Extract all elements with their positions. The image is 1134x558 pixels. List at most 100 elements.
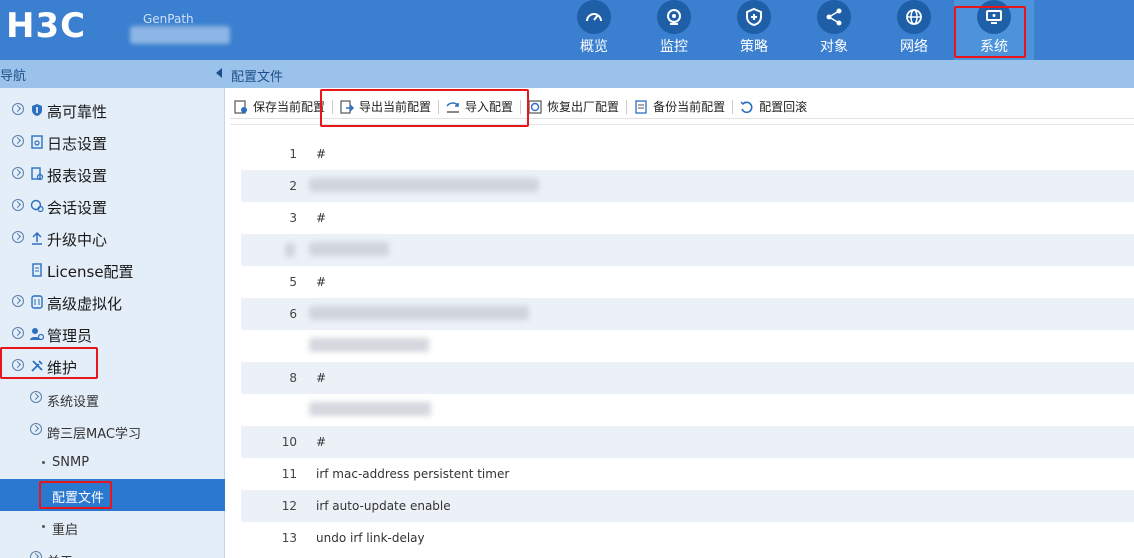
- gauge-icon: [577, 0, 611, 34]
- line-number: 5: [289, 275, 297, 289]
- sidebar-item-license[interactable]: License配置: [0, 255, 225, 287]
- line-number: 3: [289, 211, 297, 225]
- page-title: 配置文件: [231, 70, 284, 85]
- export-config-button[interactable]: 导出当前配置: [336, 96, 435, 118]
- nav-monitor[interactable]: 监控: [634, 0, 714, 60]
- sidebar-item-session[interactable]: 会话设置: [0, 191, 225, 223]
- line-text: #: [316, 275, 327, 289]
- license-icon: [32, 263, 42, 277]
- nav-label: 对象: [820, 39, 848, 55]
- sidebar-subitem-label: 关于: [47, 551, 73, 558]
- chevron-icon: [12, 199, 24, 211]
- line-number: 10: [281, 435, 297, 449]
- restore-factory-button[interactable]: 恢复出厂配置: [524, 96, 623, 118]
- top-header: H3C GenPath 概览 监控 策略 对象 网络 系统: [0, 0, 1134, 60]
- monitor-eye-icon: [657, 0, 691, 34]
- admin-icon: [30, 328, 44, 341]
- chevron-icon: [12, 295, 24, 307]
- save-config-button[interactable]: 保存当前配置: [230, 96, 329, 118]
- sidebar-item-report[interactable]: 报表设置: [0, 159, 225, 191]
- backup-config-button[interactable]: 备份当前配置: [630, 96, 729, 118]
- sidebar-leaf-snmp[interactable]: SNMP: [0, 447, 225, 479]
- config-line: 12 irf auto-update enable: [241, 490, 1134, 522]
- sidebar-item-log[interactable]: 日志设置: [0, 127, 225, 159]
- sidebar-item-maintenance[interactable]: 维护: [0, 351, 225, 383]
- nav-network[interactable]: 网络: [874, 0, 954, 60]
- sidebar-subitem-system-settings[interactable]: 系统设置: [0, 383, 225, 415]
- bullet-icon: [42, 461, 45, 464]
- bullet-icon: [42, 525, 45, 528]
- line-number: 6: [289, 307, 297, 321]
- rollback-config-button[interactable]: 配置回滚: [736, 96, 811, 118]
- collapse-sidebar-icon[interactable]: [216, 68, 222, 78]
- sidebar-item-ha[interactable]: 高可靠性: [0, 95, 225, 127]
- chevron-icon: [30, 551, 42, 558]
- config-line: 1 #: [241, 138, 1134, 170]
- blurred-device-info: [130, 26, 230, 44]
- button-label: 导入配置: [465, 100, 514, 114]
- sidebar-subitem-label: 跨三层MAC学习: [47, 427, 141, 442]
- h3c-logo: H3C: [6, 6, 87, 46]
- nav-label: 策略: [740, 39, 768, 55]
- nav-title: 导航: [0, 69, 27, 84]
- nav-label: 监控: [660, 39, 688, 55]
- config-line: 5 #: [241, 266, 1134, 298]
- sidebar-subitem-mac-learning[interactable]: 跨三层MAC学习: [0, 415, 225, 447]
- import-config-button[interactable]: 导入配置: [442, 96, 517, 118]
- line-text: undo irf link-delay: [316, 531, 425, 545]
- redacted-text: [309, 242, 389, 256]
- config-toolbar: 保存当前配置 导出当前配置 导入配置 恢复出厂配置 备份当前配置 配置回滚: [230, 95, 1134, 119]
- sub-header: 导航 配置文件: [0, 60, 1134, 88]
- config-line: 3 #: [241, 202, 1134, 234]
- line-number: 8: [289, 371, 297, 385]
- line-text: #: [316, 147, 327, 161]
- config-line: 6: [241, 298, 1134, 330]
- line-number: 1: [289, 147, 297, 161]
- config-line: [241, 234, 1134, 266]
- sidebar-leaf-label: 配置文件: [52, 491, 105, 506]
- export-icon: [340, 99, 355, 114]
- sidebar-leaf-config-file[interactable]: 配置文件: [0, 479, 225, 511]
- nav-overview[interactable]: 概览: [554, 0, 634, 60]
- button-label: 备份当前配置: [653, 100, 726, 114]
- virtual-icon: [31, 295, 43, 309]
- toolbar-divider: [626, 99, 628, 114]
- line-number: 12: [281, 499, 297, 513]
- config-file-viewer[interactable]: 1 # 2 3 # 5 # 6 8 # 10 # 11 irf mac-addr…: [230, 124, 1134, 558]
- sidebar-item-label: License配置: [47, 263, 134, 281]
- nav-policy[interactable]: 策略: [714, 0, 794, 60]
- sidebar: 高可靠性 日志设置 报表设置 会话设置 升级中心 License配置 高级虚拟化…: [0, 88, 225, 558]
- line-text: irf mac-address persistent timer: [316, 467, 510, 481]
- button-label: 恢复出厂配置: [547, 100, 620, 114]
- toolbar-divider: [732, 99, 734, 114]
- nav-object[interactable]: 对象: [794, 0, 874, 60]
- log-icon: [31, 135, 43, 149]
- sidebar-item-virtualization[interactable]: 高级虚拟化: [0, 287, 225, 319]
- nav-label: 系统: [980, 39, 1008, 55]
- sidebar-item-label: 报表设置: [47, 167, 108, 185]
- redacted-text: [309, 306, 529, 320]
- chevron-icon: [30, 423, 42, 435]
- config-line: [241, 330, 1134, 362]
- chevron-icon: [30, 391, 42, 403]
- session-icon: [30, 199, 44, 213]
- sidebar-item-admin[interactable]: 管理员: [0, 319, 225, 351]
- nav-label: 网络: [900, 39, 928, 55]
- sidebar-item-label: 管理员: [47, 327, 93, 345]
- button-label: 导出当前配置: [359, 100, 432, 114]
- sidebar-item-label: 高级虚拟化: [47, 295, 123, 313]
- config-line: 2: [241, 170, 1134, 202]
- line-text: #: [316, 435, 327, 449]
- sidebar-subitem-about[interactable]: 关于: [0, 543, 225, 558]
- top-nav: 概览 监控 策略 对象 网络 系统: [554, 0, 1034, 60]
- line-number: 11: [281, 467, 297, 481]
- chevron-icon: [12, 327, 24, 339]
- toolbar-divider: [520, 99, 522, 114]
- sidebar-item-upgrade[interactable]: 升级中心: [0, 223, 225, 255]
- nav-system[interactable]: 系统: [954, 0, 1034, 60]
- redacted-text: [309, 338, 429, 352]
- sidebar-leaf-reboot[interactable]: 重启: [0, 511, 225, 543]
- save-config-icon: [234, 99, 247, 114]
- import-icon: [446, 101, 460, 113]
- redacted-text: [285, 243, 295, 257]
